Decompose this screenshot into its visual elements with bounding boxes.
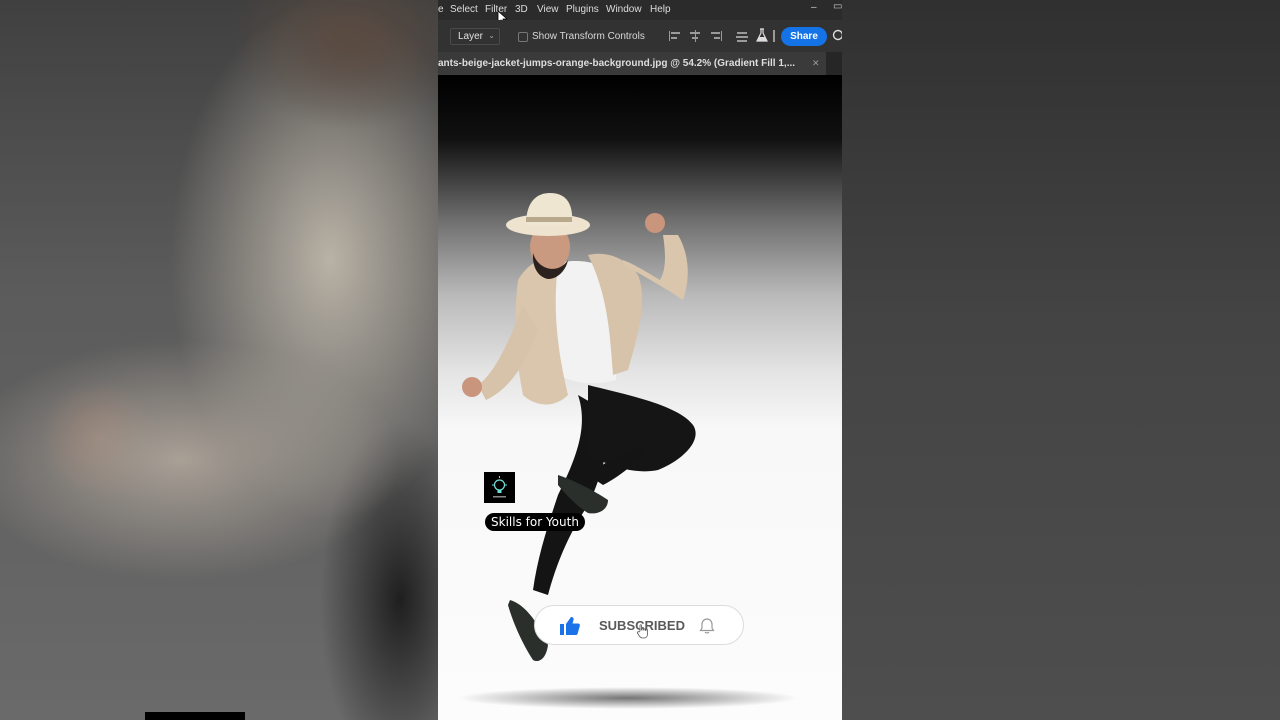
distribute-icon[interactable] <box>736 29 750 42</box>
search-icon[interactable] <box>832 29 842 41</box>
align-right-icon[interactable] <box>709 29 723 42</box>
menu-item-select[interactable]: Select <box>450 4 478 15</box>
menu-item-view[interactable]: View <box>537 4 559 15</box>
minimize-icon[interactable]: – <box>811 2 817 13</box>
document-canvas[interactable]: Skills for Youth SUBSCRIBED <box>438 75 842 720</box>
align-center-icon[interactable] <box>689 29 703 42</box>
document-tab-title: ants-beige-jacket-jumps-orange-backgroun… <box>438 58 796 69</box>
menu-bar: e Select Filter 3D View Plugins Window H… <box>438 0 842 26</box>
channel-name-badge: Skills for Youth <box>485 513 585 531</box>
document-tab[interactable]: ants-beige-jacket-jumps-orange-backgroun… <box>438 52 826 75</box>
options-bar: Layer ⌄ Show Transform Controls Share <box>438 20 842 52</box>
document-tab-bar: ants-beige-jacket-jumps-orange-backgroun… <box>438 52 842 75</box>
lightbulb-icon <box>492 476 507 498</box>
channel-logo <box>484 472 515 503</box>
menu-item-3d[interactable]: 3D <box>515 4 528 15</box>
hand-cursor-icon <box>636 624 648 639</box>
blurred-background-right <box>842 0 1280 720</box>
show-transform-controls-checkbox[interactable] <box>518 32 528 42</box>
maximize-icon[interactable]: ▭ <box>833 1 842 12</box>
show-transform-controls-label: Show Transform Controls <box>532 31 645 42</box>
menu-item-help[interactable]: Help <box>650 4 671 15</box>
menu-item-window[interactable]: Window <box>606 4 642 15</box>
subscribe-button[interactable]: SUBSCRIBED <box>534 605 744 645</box>
auto-select-dropdown[interactable]: Layer ⌄ <box>450 28 500 45</box>
blurred-background-left <box>0 0 438 720</box>
menu-item-plugins[interactable]: Plugins <box>566 4 599 15</box>
photoshop-window: e Select Filter 3D View Plugins Window H… <box>438 0 842 720</box>
chevron-down-icon: ⌄ <box>488 31 495 40</box>
flask-icon[interactable] <box>756 28 768 42</box>
black-bar <box>145 712 245 720</box>
frame-icon[interactable] <box>771 29 777 42</box>
bell-icon[interactable] <box>698 617 716 635</box>
close-icon[interactable]: ✕ <box>812 58 820 69</box>
align-left-icon[interactable] <box>668 29 682 42</box>
share-button[interactable]: Share <box>781 27 827 46</box>
auto-select-value: Layer <box>458 31 484 42</box>
menu-item-edit[interactable]: e <box>438 4 444 15</box>
thumbs-up-icon <box>560 617 580 635</box>
